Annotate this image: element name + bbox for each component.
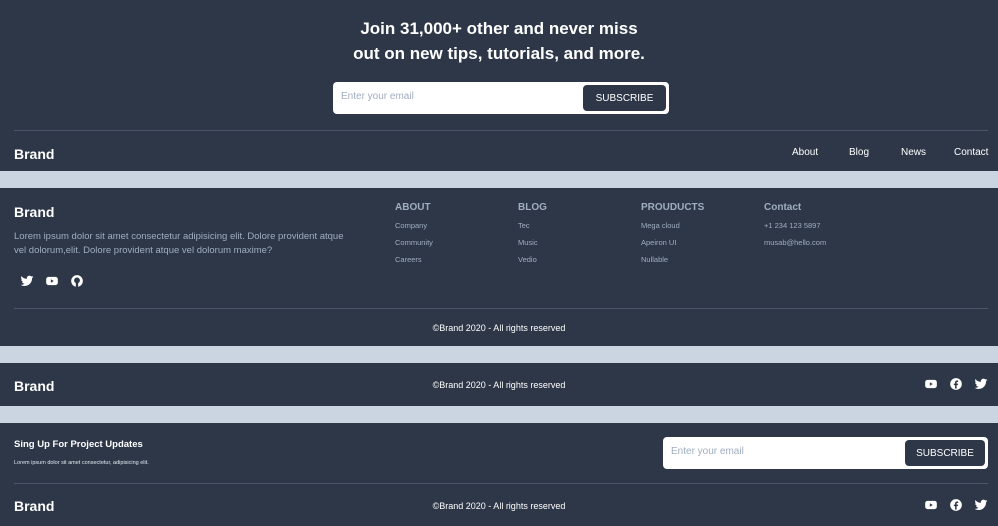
- facebook-icon[interactable]: [949, 498, 963, 512]
- footer-link[interactable]: Careers: [395, 255, 422, 264]
- divider: [14, 483, 988, 484]
- newsletter-headline-line1: Join 31,000+ other and never miss: [360, 19, 638, 38]
- brand-logo[interactable]: Brand: [14, 204, 54, 220]
- divider: [14, 308, 988, 309]
- multi-column-footer: Brand Lorem ipsum dolor sit amet consect…: [0, 188, 998, 346]
- footer-link[interactable]: Music: [518, 238, 538, 247]
- newsletter-headline-line2: out on new tips, tutorials, and more.: [353, 44, 645, 63]
- copyright: ©Brand 2020 - All rights reserved: [432, 323, 566, 333]
- footer-link[interactable]: Apeiron UI: [641, 238, 676, 247]
- column-title-about: ABOUT: [395, 202, 431, 213]
- footer-link[interactable]: Nullable: [641, 255, 668, 264]
- contact-phone[interactable]: +1 234 123 5897: [764, 221, 821, 230]
- signup-title: Sing Up For Project Updates: [14, 439, 143, 450]
- twitter-icon[interactable]: [974, 498, 988, 512]
- subscribe-button[interactable]: SUBSCRIBE: [583, 85, 666, 111]
- nav-link-contact[interactable]: Contact: [954, 147, 988, 158]
- email-input[interactable]: Enter your email: [341, 91, 414, 102]
- footer-link[interactable]: Vedio: [518, 255, 537, 264]
- twitter-icon[interactable]: [20, 274, 34, 288]
- nav-link-blog[interactable]: Blog: [849, 147, 869, 158]
- nav-link-news[interactable]: News: [901, 147, 926, 158]
- footer-link[interactable]: Mega cloud: [641, 221, 680, 230]
- youtube-icon[interactable]: [45, 274, 59, 288]
- signup-footer: Sing Up For Project Updates Lorem ipsum …: [0, 423, 998, 526]
- footer-link[interactable]: Company: [395, 221, 427, 230]
- column-title-blog: BLOG: [518, 202, 547, 213]
- footer-link[interactable]: Tec: [518, 221, 530, 230]
- column-title-products: PROUDUCTS: [641, 202, 705, 213]
- newsletter-form: Enter your email SUBSCRIBE: [333, 82, 669, 114]
- nav-link-about[interactable]: About: [792, 147, 818, 158]
- divider: [14, 130, 988, 131]
- column-title-contact: Contact: [764, 202, 802, 213]
- copyright: ©Brand 2020 - All rights reserved: [432, 380, 566, 390]
- footer-description: Lorem ipsum dolor sit amet consectetur a…: [14, 231, 344, 256]
- youtube-icon[interactable]: [924, 498, 938, 512]
- newsletter-footer: Join 31,000+ other and never miss out on…: [0, 0, 998, 171]
- contact-email[interactable]: musab@hello.com: [764, 238, 826, 247]
- footer-link[interactable]: Community: [395, 238, 433, 247]
- copyright: ©Brand 2020 - All rights reserved: [432, 501, 566, 511]
- simple-footer: Brand ©Brand 2020 - All rights reserved: [0, 363, 998, 406]
- email-input[interactable]: Enter your email: [671, 446, 744, 457]
- subscribe-button[interactable]: SUBSCRIBE: [905, 440, 985, 466]
- facebook-icon[interactable]: [949, 377, 963, 391]
- github-icon[interactable]: [70, 274, 84, 288]
- youtube-icon[interactable]: [924, 377, 938, 391]
- signup-form: Enter your email SUBSCRIBE: [663, 437, 988, 469]
- twitter-icon[interactable]: [974, 377, 988, 391]
- signup-subtitle: Lorem ipsum dolor sit amet consectetur, …: [14, 460, 149, 466]
- brand-logo[interactable]: Brand: [14, 146, 54, 162]
